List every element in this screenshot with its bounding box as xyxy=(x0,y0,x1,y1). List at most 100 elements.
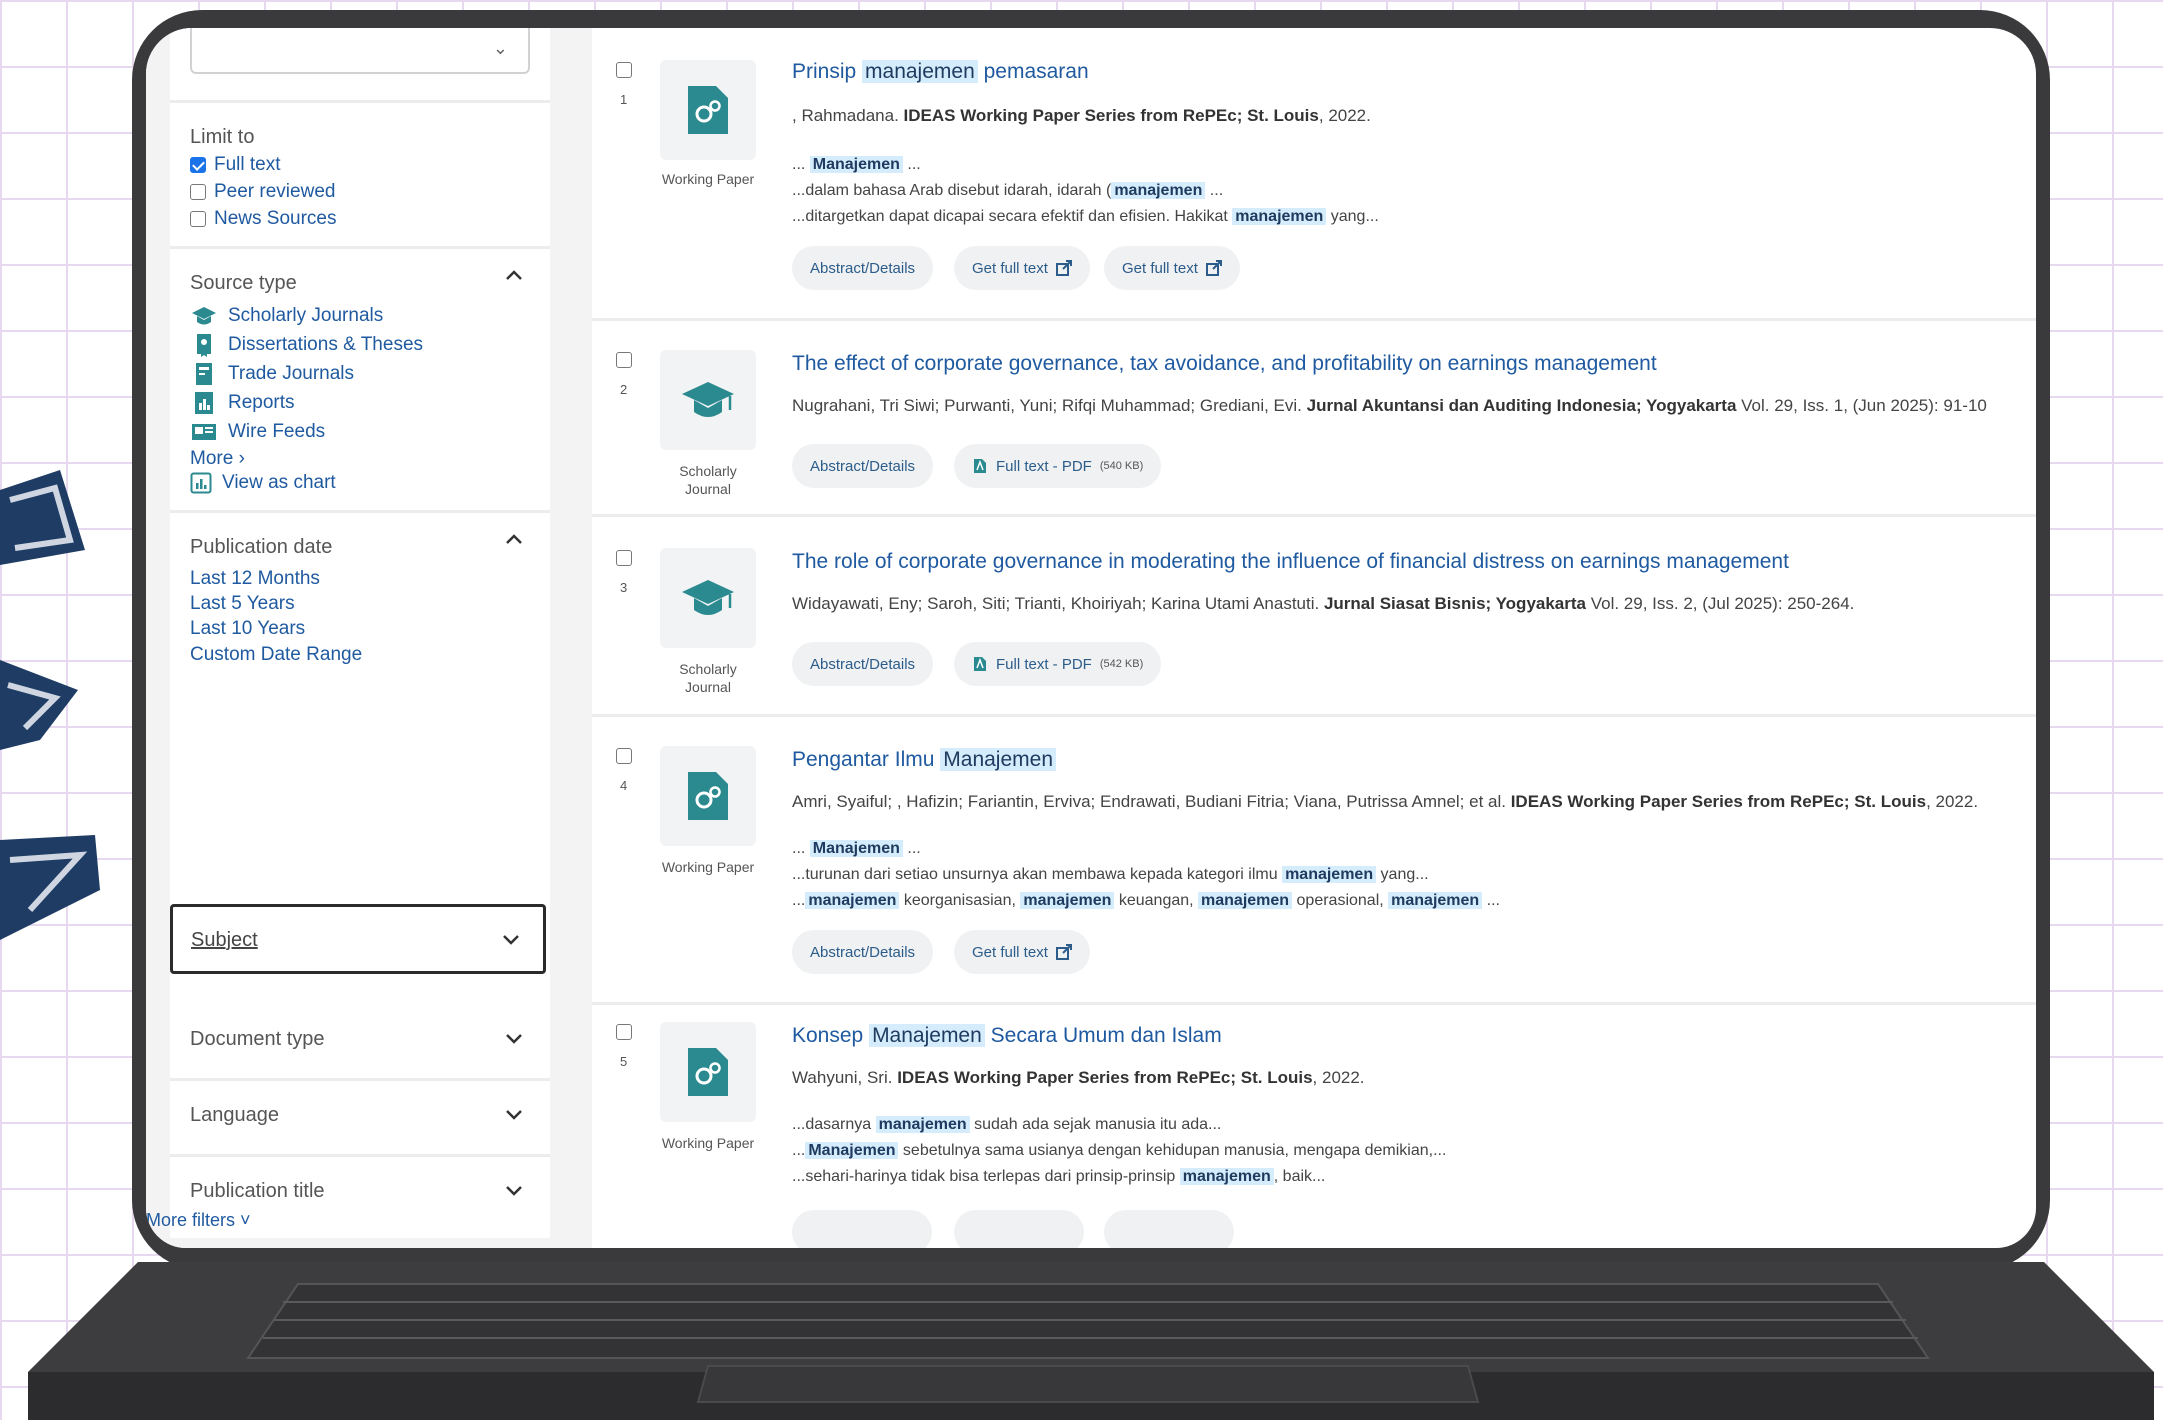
result-snippet: ...ditargetkan dapat dicapai secara efek… xyxy=(792,208,1379,225)
report-icon xyxy=(195,392,213,414)
chevron-down-icon[interactable] xyxy=(502,1026,526,1050)
result-citation: Widayawati, Eny; Saroh, Siti; Trianti, K… xyxy=(792,594,1855,613)
external-link-icon xyxy=(1055,260,1072,276)
result-title-link[interactable]: Prinsip manajemen pemasaran xyxy=(792,60,1089,84)
source-type-more-link[interactable]: More › xyxy=(190,448,245,470)
divider xyxy=(592,514,2036,517)
document-type-thumb xyxy=(660,60,756,160)
result-citation: , Rahmadana. IDEAS Working Paper Series … xyxy=(792,106,1371,125)
divider xyxy=(170,246,550,249)
get-full-text-button[interactable]: Get full text xyxy=(954,930,1090,974)
result-number: 4 xyxy=(620,778,628,793)
divider xyxy=(170,510,550,513)
result-checkbox[interactable] xyxy=(616,550,632,566)
more-filters-link[interactable]: More filters ˅ xyxy=(146,1210,251,1231)
checkbox-checked[interactable] xyxy=(190,157,206,173)
divider xyxy=(170,100,550,103)
result-title-link[interactable]: The role of corporate governance in mode… xyxy=(792,550,1789,574)
full-text-pdf-button[interactable]: Full text - PDF (540 KB) xyxy=(954,444,1162,488)
working-paper-icon xyxy=(688,772,728,820)
document-type-thumb xyxy=(660,746,756,846)
date-last-12-months[interactable]: Last 12 Months xyxy=(190,568,320,590)
get-full-text-button[interactable]: Get full text xyxy=(954,246,1090,290)
pdf-icon xyxy=(974,459,986,473)
result-number: 3 xyxy=(620,580,628,595)
document-type-label: Working Paper xyxy=(661,1135,755,1151)
thesis-icon xyxy=(197,334,211,357)
chevron-up-icon[interactable] xyxy=(502,528,526,552)
view-as-chart-link[interactable]: View as chart xyxy=(190,472,336,494)
graduation-cap-icon xyxy=(682,382,734,417)
source-type-title: Source type xyxy=(190,272,297,294)
document-type-toggle[interactable]: Document type xyxy=(190,1028,325,1051)
result-checkbox[interactable] xyxy=(616,352,632,368)
abstract-details-button[interactable]: Abstract/Details xyxy=(792,246,934,290)
document-type-thumb xyxy=(660,350,756,450)
result-title-link[interactable]: Pengantar Ilmu Manajemen xyxy=(792,748,1056,772)
abstract-details-button[interactable]: Abstract/Details xyxy=(792,930,934,974)
document-type-label: Working Paper xyxy=(661,859,755,875)
chevron-up-icon[interactable] xyxy=(502,264,526,288)
results-list: 1 Working Paper Prinsip manajemen pemasa… xyxy=(592,28,2036,1248)
working-paper-icon xyxy=(688,1048,728,1096)
sort-select[interactable]: ⌄ xyxy=(190,28,530,74)
result-citation: Amri, Syaiful; , Hafizin; Fariantin, Erv… xyxy=(792,792,1979,811)
laptop-screen: ⌄ Limit to Full text Peer reviewed News … xyxy=(146,28,2036,1248)
document-type-thumb xyxy=(660,1022,756,1122)
divider xyxy=(592,714,2036,717)
limit-full-text[interactable]: Full text xyxy=(190,154,281,176)
abstract-details-button[interactable]: Abstract/Details xyxy=(792,444,934,488)
publication-title-toggle[interactable]: Publication title xyxy=(190,1180,325,1203)
source-trade-journals[interactable]: Trade Journals xyxy=(190,360,354,388)
abstract-details-button-partial[interactable] xyxy=(792,1210,932,1248)
result-checkbox[interactable] xyxy=(616,62,632,78)
result-snippet: ...sehari-harinya tidak bisa terlepas da… xyxy=(792,1168,1326,1185)
result-snippet: ...turunan dari setiao unsurnya akan mem… xyxy=(792,866,1429,883)
get-full-text-button-partial[interactable] xyxy=(954,1210,1084,1248)
result-citation: Nugrahani, Tri Siwi; Purwanti, Yuni; Rif… xyxy=(792,396,1987,415)
limit-peer-reviewed[interactable]: Peer reviewed xyxy=(190,181,335,203)
graduation-cap-icon xyxy=(682,580,734,615)
source-dissertations-theses[interactable]: Dissertations & Theses xyxy=(190,331,423,359)
document-type-label: Working Paper xyxy=(661,171,755,187)
subject-filter-toggle[interactable]: Subject xyxy=(170,904,546,974)
get-full-text-button-partial[interactable] xyxy=(1104,1210,1234,1248)
full-text-pdf-button[interactable]: Full text - PDF (542 KB) xyxy=(954,642,1162,686)
result-snippet: ... Manajemen ... xyxy=(792,840,921,857)
divider xyxy=(592,318,2036,321)
divider xyxy=(170,1154,550,1157)
result-checkbox[interactable] xyxy=(616,1024,632,1040)
get-full-text-button[interactable]: Get full text xyxy=(1104,246,1240,290)
result-checkbox[interactable] xyxy=(616,748,632,764)
divider xyxy=(592,1002,2036,1005)
checkbox[interactable] xyxy=(190,184,206,200)
external-link-icon xyxy=(1205,260,1222,276)
result-title-link[interactable]: The effect of corporate governance, tax … xyxy=(792,352,1657,376)
abstract-details-button[interactable]: Abstract/Details xyxy=(792,642,934,686)
result-title-link[interactable]: Konsep Manajemen Secara Umum dan Islam xyxy=(792,1024,1222,1048)
date-last-5-years[interactable]: Last 5 Years xyxy=(190,593,295,615)
date-last-10-years[interactable]: Last 10 Years xyxy=(190,618,305,640)
source-reports[interactable]: Reports xyxy=(190,389,295,417)
working-paper-icon xyxy=(688,86,728,134)
result-snippet: ...dalam bahasa Arab disebut idarah, ida… xyxy=(792,182,1224,199)
date-custom-range[interactable]: Custom Date Range xyxy=(190,644,362,666)
wire-feed-icon xyxy=(192,424,216,440)
language-toggle[interactable]: Language xyxy=(190,1104,279,1127)
result-snippet: ... Manajemen ... xyxy=(792,156,921,173)
chevron-down-icon xyxy=(503,935,519,945)
decorative-scribbles xyxy=(0,470,100,940)
filter-panel: ⌄ Limit to Full text Peer reviewed News … xyxy=(170,28,550,1238)
result-number: 5 xyxy=(620,1054,628,1069)
external-link-icon xyxy=(1055,944,1072,960)
filter-sidebar: ⌄ Limit to Full text Peer reviewed News … xyxy=(146,28,592,1248)
checkbox[interactable] xyxy=(190,211,206,227)
trade-journal-icon xyxy=(196,363,212,385)
source-wire-feeds[interactable]: Wire Feeds xyxy=(190,418,325,446)
limit-news-sources[interactable]: News Sources xyxy=(190,208,337,230)
source-scholarly-journals[interactable]: Scholarly Journals xyxy=(190,302,383,330)
chevron-down-icon[interactable] xyxy=(502,1102,526,1126)
laptop-keyboard-base xyxy=(28,1262,2154,1420)
document-type-label: Scholarly Journal xyxy=(679,463,737,497)
chevron-down-icon[interactable] xyxy=(502,1178,526,1202)
